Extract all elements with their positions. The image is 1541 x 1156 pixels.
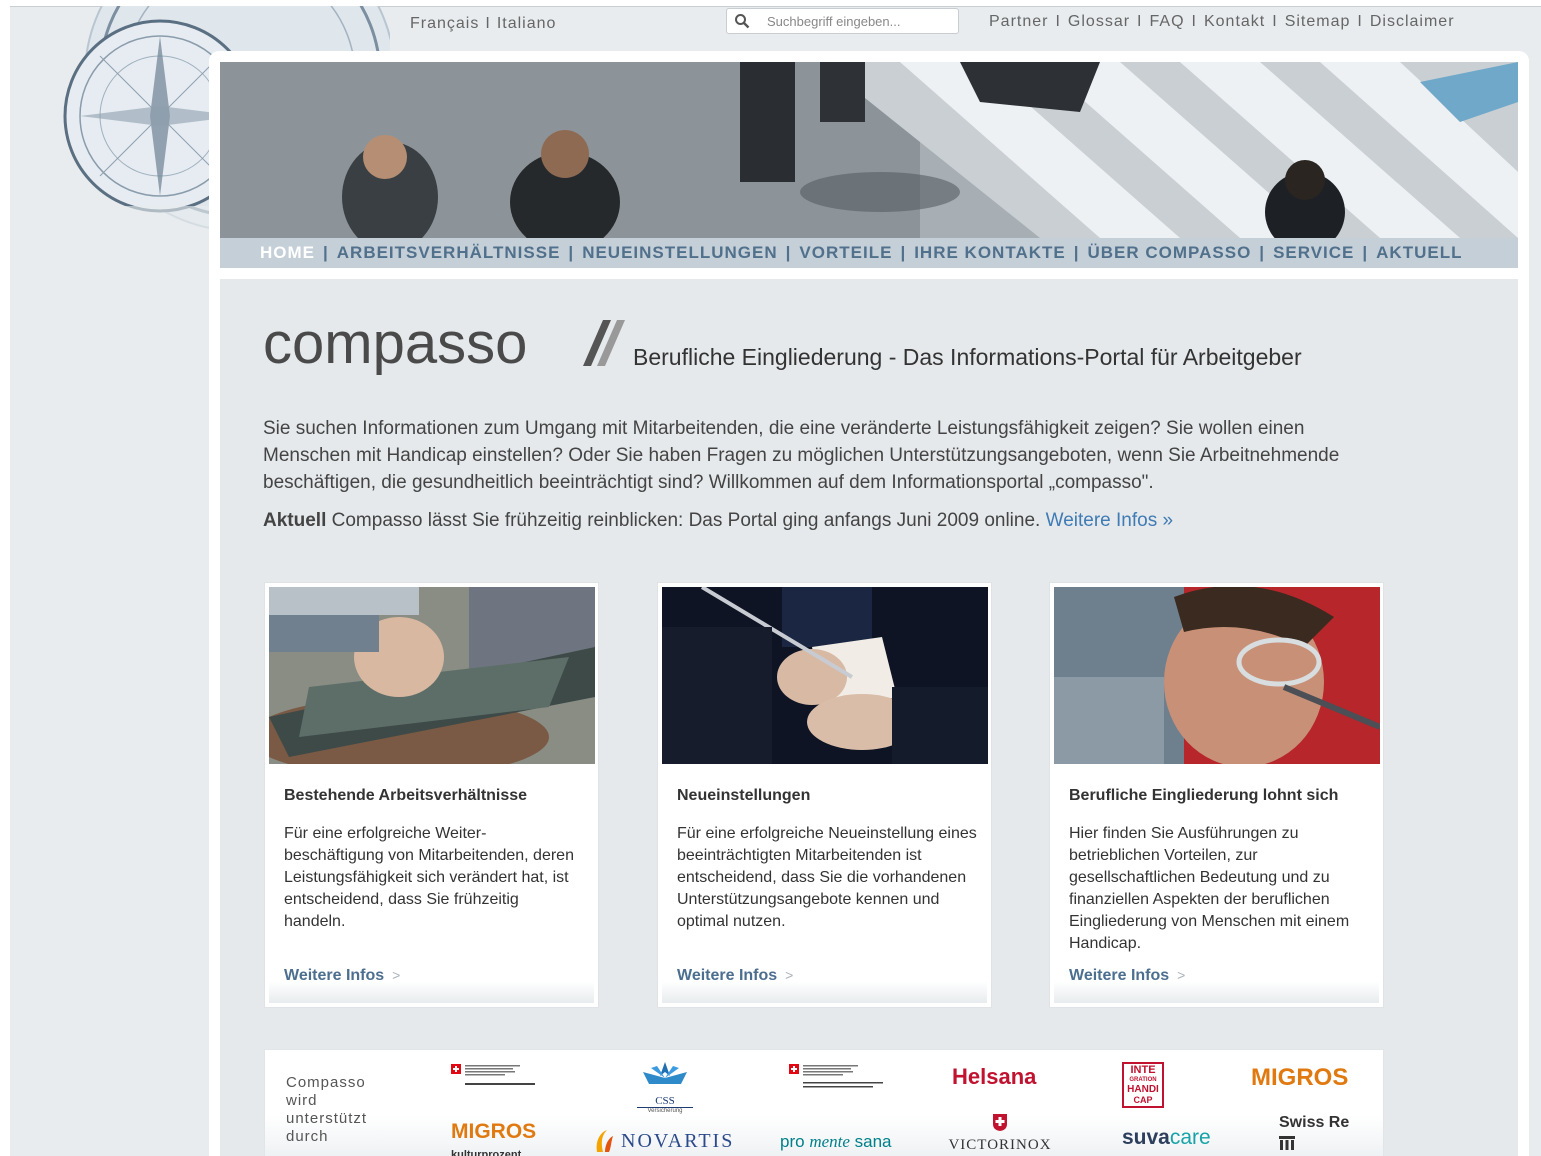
card-title: Neueinstellungen — [677, 787, 811, 804]
nav-arbeitsverhaeltnisse[interactable]: ARBEITSVERHÄLTNISSE — [337, 243, 561, 263]
card-text: Hier finden Sie Ausführungen zu betriebl… — [1069, 825, 1350, 952]
novartis-logo[interactable]: NOVARTIS — [593, 1128, 734, 1154]
nav-aktuell[interactable]: AKTUELL — [1376, 243, 1462, 263]
css-logo[interactable]: CSS Versicherung — [637, 1060, 693, 1114]
separator: I — [485, 15, 491, 32]
news-line: Aktuell Compasso lässt Sie frühzeitig re… — [263, 510, 1173, 532]
link-sitemap[interactable]: Sitemap — [1285, 13, 1351, 30]
logo-slashes-icon — [583, 320, 625, 371]
helsana-logo[interactable]: Helsana — [952, 1064, 1036, 1090]
card-text: Für eine erfolgreiche Weiter-beschäftigu… — [284, 825, 574, 930]
card-photo-worker-goggles — [1054, 587, 1380, 764]
chevron-right-icon: > — [1177, 967, 1186, 983]
news-text: Compasso lässt Sie frühzeitig reinblicke… — [326, 510, 1046, 531]
card-text: Für eine erfolgreiche Neueinstellung ein… — [677, 825, 977, 930]
link-glossar[interactable]: Glossar — [1068, 13, 1130, 30]
link-kontakt[interactable]: Kontakt — [1204, 13, 1265, 30]
lang-link-it[interactable]: Italiano — [497, 15, 557, 32]
chevron-right-icon: > — [392, 967, 401, 983]
nav-ueber-compasso[interactable]: ÜBER COMPASSO — [1087, 243, 1251, 263]
card-neueinstellungen: Neueinstellungen Für eine erfolgreiche N… — [657, 582, 992, 1008]
card-more-link[interactable]: Weitere Infos > — [284, 967, 400, 985]
swiss-re-logo[interactable]: Swiss Re — [1279, 1114, 1349, 1155]
page-tagline: Berufliche Eingliederung - Das Informati… — [633, 344, 1302, 370]
swiss-re-mark-icon — [1279, 1136, 1349, 1155]
news-label: Aktuell — [263, 510, 327, 531]
nav-ihre-kontakte[interactable]: IHRE KONTAKTE — [914, 243, 1066, 263]
link-faq[interactable]: FAQ — [1150, 13, 1185, 30]
card-photo-notepad — [662, 587, 988, 764]
card-title: Berufliche Eingliederung lohnt sich — [1069, 787, 1339, 804]
link-disclaimer[interactable]: Disclaimer — [1370, 13, 1455, 30]
card-more-link[interactable]: Weitere Infos > — [677, 967, 793, 985]
utility-links: Partner I Glossar I FAQ I Kontakt I Sitemap I Disc… — [989, 13, 1455, 30]
lang-link-fr[interactable]: Français — [410, 15, 479, 32]
intro-text: Sie suchen Informationen zum Umgang mit … — [263, 418, 1340, 493]
card-title: Bestehende Arbeitsverhältnisse — [284, 787, 528, 804]
card-arbeitsverhaeltnisse: Bestehende Arbeitsverhältnisse Für eine … — [264, 582, 599, 1008]
search-box — [726, 8, 959, 34]
victorinox-logo[interactable]: VICTORINOX — [945, 1112, 1055, 1154]
nav-service[interactable]: SERVICE — [1273, 243, 1354, 263]
card-photo-hands-metal — [269, 587, 595, 764]
sponsors-label: Compasso wird unterstützt durch — [286, 1074, 368, 1145]
site-logo: compasso — [263, 311, 528, 376]
migros-kulturprozent-logo[interactable]: MIGROS kulturprozent — [451, 1121, 536, 1156]
nav-vorteile[interactable]: VORTEILE — [799, 243, 892, 263]
header-banner-image — [220, 62, 1518, 238]
nav-home[interactable]: HOME — [260, 243, 315, 263]
pro-mente-sana-logo[interactable]: pro mente sana — [780, 1132, 892, 1152]
language-switcher: Français I Italiano — [410, 15, 556, 33]
integration-handicap-logo[interactable]: INTE GRATION HANDI CAP — [1122, 1062, 1164, 1108]
card-eingliederung: Berufliche Eingliederung lohnt sich Hier… — [1049, 582, 1384, 1008]
sponsors-strip: Compasso wird unterstützt durch MIGROS k… — [264, 1049, 1384, 1156]
nav-neueinstellungen[interactable]: NEUEINSTELLUNGEN — [582, 243, 777, 263]
news-more-link[interactable]: Weitere Infos » — [1046, 510, 1173, 531]
chevron-right-icon: > — [785, 967, 794, 983]
migros-logo[interactable]: MIGROS — [1251, 1064, 1348, 1092]
suvacare-logo[interactable]: suvacare — [1122, 1126, 1211, 1150]
card-more-link[interactable]: Weitere Infos > — [1069, 967, 1185, 985]
main-nav: HOME | ARBEITSVERHÄLTNISSE | NEUEINSTELLUNGE… — [220, 238, 1518, 268]
search-input[interactable] — [767, 13, 957, 29]
swiss-confederation-logo[interactable] — [451, 1064, 541, 1103]
search-icon[interactable] — [727, 13, 757, 29]
swiss-confederation-logo-2[interactable] — [789, 1064, 889, 1103]
link-partner[interactable]: Partner — [989, 13, 1048, 30]
